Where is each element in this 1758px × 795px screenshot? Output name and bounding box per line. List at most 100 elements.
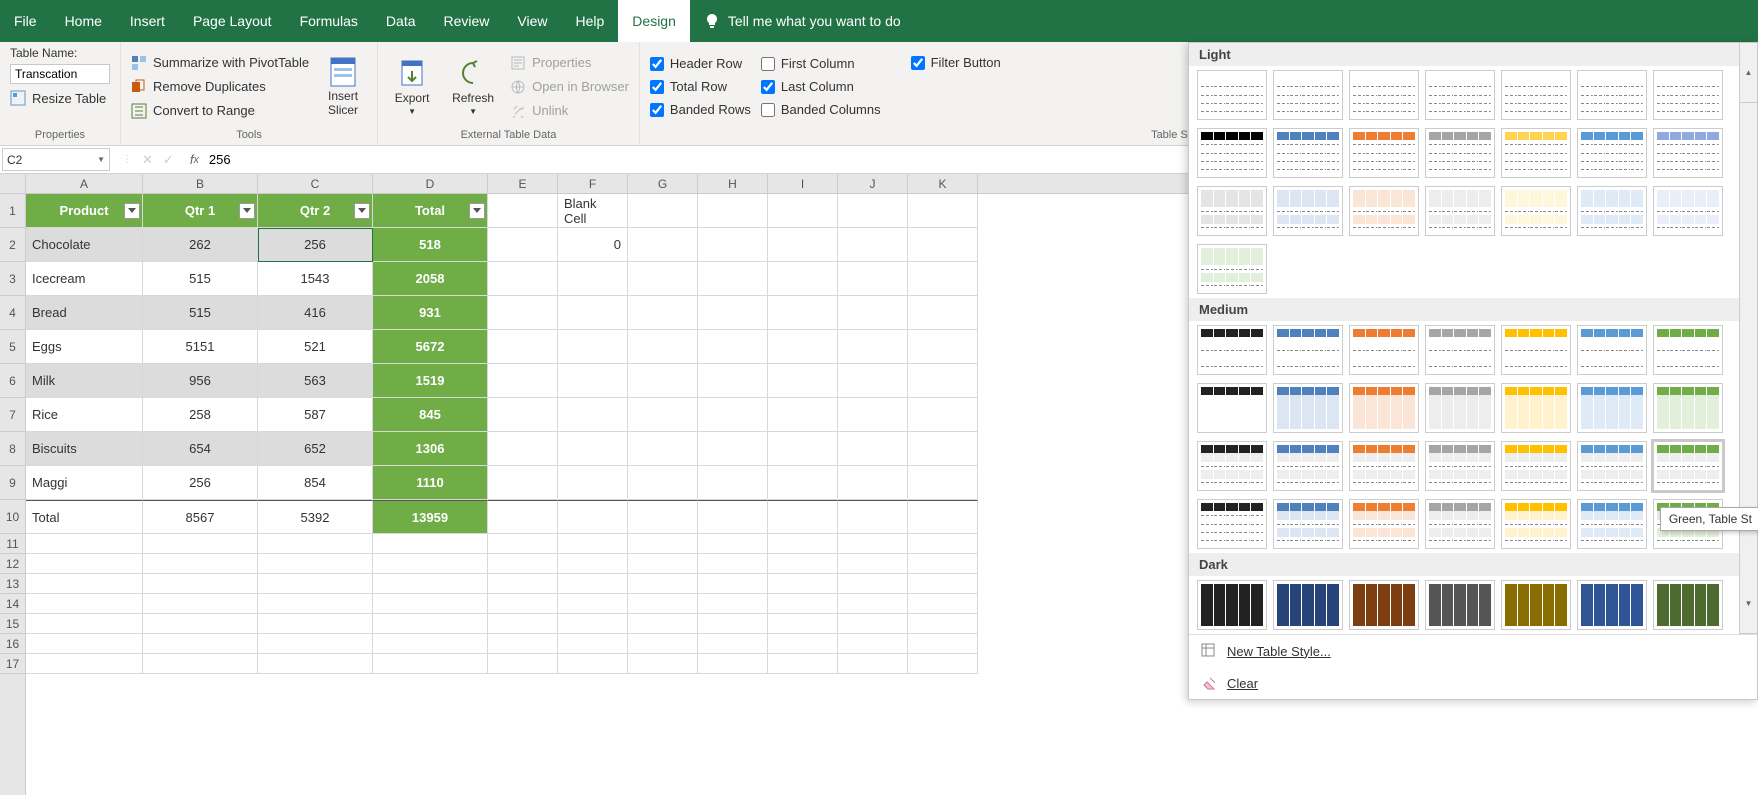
style-swatch[interactable] [1197, 244, 1267, 294]
new-table-style-button[interactable]: New Table Style... [1189, 635, 1757, 667]
remove-duplicates-button[interactable]: Remove Duplicates [131, 77, 309, 97]
cell[interactable] [628, 364, 698, 398]
style-swatch[interactable] [1273, 499, 1343, 549]
cell[interactable]: 652 [258, 432, 373, 466]
cell[interactable] [838, 364, 908, 398]
cell[interactable] [628, 634, 698, 654]
cell[interactable] [143, 574, 258, 594]
scroll-down-icon[interactable]: ▼ [1740, 574, 1757, 634]
cell[interactable] [628, 466, 698, 500]
cell[interactable]: 654 [143, 432, 258, 466]
style-swatch[interactable] [1577, 128, 1647, 178]
cell[interactable] [143, 554, 258, 574]
style-swatch[interactable] [1501, 441, 1571, 491]
cell[interactable] [698, 398, 768, 432]
tab-help[interactable]: Help [562, 0, 619, 42]
col-header-E[interactable]: E [488, 174, 558, 193]
cell[interactable] [373, 614, 488, 634]
cell[interactable]: 256 [258, 228, 373, 262]
col-header-G[interactable]: G [628, 174, 698, 193]
style-swatch[interactable] [1653, 441, 1723, 491]
cell[interactable]: 416 [258, 296, 373, 330]
cell[interactable] [628, 654, 698, 674]
cell[interactable] [488, 500, 558, 534]
style-swatch[interactable] [1577, 499, 1647, 549]
cell[interactable] [908, 554, 978, 574]
style-swatch[interactable] [1425, 325, 1495, 375]
cell[interactable]: Chocolate [26, 228, 143, 262]
cell[interactable]: 518 [373, 228, 488, 262]
style-swatch[interactable] [1577, 186, 1647, 236]
style-swatch[interactable] [1349, 383, 1419, 433]
chk-first-column[interactable]: First Column [761, 54, 881, 73]
cell[interactable]: Product [26, 194, 143, 228]
cell[interactable] [768, 614, 838, 634]
cell[interactable] [143, 634, 258, 654]
row-header-6[interactable]: 6 [0, 364, 25, 398]
cell[interactable] [908, 574, 978, 594]
cell[interactable]: 956 [143, 364, 258, 398]
style-swatch[interactable] [1197, 70, 1267, 120]
cell[interactable] [373, 574, 488, 594]
cell[interactable] [258, 594, 373, 614]
cell[interactable] [698, 554, 768, 574]
cell[interactable]: 5392 [258, 500, 373, 534]
insert-slicer-button[interactable]: Insert Slicer [319, 46, 367, 127]
cell[interactable] [628, 574, 698, 594]
tab-home[interactable]: Home [51, 0, 116, 42]
cell[interactable] [698, 194, 768, 228]
cell[interactable] [628, 296, 698, 330]
resize-table-button[interactable]: Resize Table [10, 88, 110, 108]
row-header-14[interactable]: 14 [0, 594, 25, 614]
cell[interactable]: 1306 [373, 432, 488, 466]
cell[interactable]: 0 [558, 228, 628, 262]
tab-design[interactable]: Design [618, 0, 690, 42]
cell[interactable] [698, 228, 768, 262]
cell[interactable] [838, 614, 908, 634]
chk-header-row[interactable]: Header Row [650, 54, 751, 73]
fx-icon[interactable]: fx [186, 146, 203, 173]
cell[interactable] [838, 432, 908, 466]
cell[interactable] [258, 654, 373, 674]
cell[interactable]: 5151 [143, 330, 258, 364]
cell[interactable]: 515 [143, 296, 258, 330]
cell[interactable] [488, 574, 558, 594]
cell[interactable] [838, 330, 908, 364]
cell[interactable] [908, 534, 978, 554]
row-header-3[interactable]: 3 [0, 262, 25, 296]
cell[interactable] [373, 554, 488, 574]
row-header-13[interactable]: 13 [0, 574, 25, 594]
style-swatch[interactable] [1197, 186, 1267, 236]
row-header-11[interactable]: 11 [0, 534, 25, 554]
chk-banded-columns[interactable]: Banded Columns [761, 100, 881, 119]
tab-file[interactable]: File [0, 0, 51, 42]
cell[interactable] [768, 330, 838, 364]
cell[interactable] [768, 296, 838, 330]
cell[interactable] [698, 296, 768, 330]
cell[interactable] [258, 634, 373, 654]
col-header-H[interactable]: H [698, 174, 768, 193]
cell[interactable] [558, 654, 628, 674]
cell[interactable] [143, 534, 258, 554]
cell[interactable] [908, 330, 978, 364]
cell[interactable] [628, 228, 698, 262]
style-swatch[interactable] [1501, 499, 1571, 549]
filter-button[interactable] [239, 203, 255, 219]
clear-style-button[interactable]: Clear [1189, 667, 1757, 699]
tab-page-layout[interactable]: Page Layout [179, 0, 286, 42]
cell[interactable] [768, 432, 838, 466]
cell[interactable]: Maggi [26, 466, 143, 500]
cell[interactable]: 1519 [373, 364, 488, 398]
style-swatch[interactable] [1273, 580, 1343, 630]
cell[interactable] [143, 594, 258, 614]
cell[interactable] [628, 330, 698, 364]
col-header-I[interactable]: I [768, 174, 838, 193]
cell[interactable]: 8567 [143, 500, 258, 534]
cell[interactable] [838, 634, 908, 654]
refresh-button[interactable]: Refresh ▼ [446, 46, 500, 127]
cell[interactable]: 515 [143, 262, 258, 296]
row-header-10[interactable]: 10 [0, 500, 25, 534]
cell[interactable]: 5672 [373, 330, 488, 364]
cell[interactable]: 587 [258, 398, 373, 432]
cell[interactable] [628, 594, 698, 614]
